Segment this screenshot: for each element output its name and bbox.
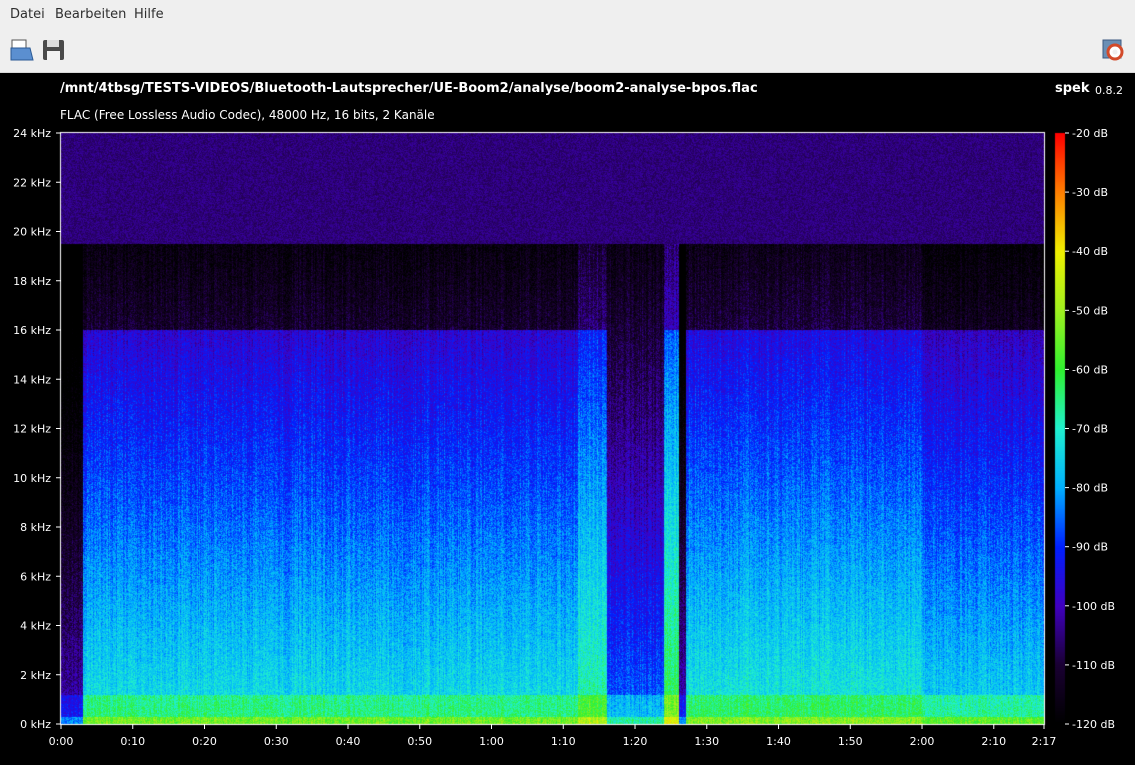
x-tick-label: 1:50: [838, 735, 863, 748]
db-tick-label: -20 dB: [1072, 127, 1108, 140]
y-tick-label: 8 kHz: [20, 521, 51, 534]
db-tick-label: -40 dB: [1072, 245, 1108, 258]
x-tick-label: 2:10: [981, 735, 1006, 748]
db-tick-label: -110 dB: [1072, 659, 1115, 672]
y-tick-label: 4 kHz: [20, 620, 51, 633]
y-tick-label: 20 kHz: [13, 226, 51, 239]
y-tick-label: 0 kHz: [20, 718, 51, 731]
db-tick-label: -30 dB: [1072, 186, 1108, 199]
spectrogram-axes: 0 kHz 2 kHz 4 kHz 6 kHz 8 kHz 10 kHz 12 kHz 14 …: [13, 127, 1115, 748]
y-tick-label: 14 kHz: [13, 373, 51, 386]
x-tick-label: 0:20: [192, 735, 217, 748]
x-tick-label: 0:30: [264, 735, 289, 748]
db-tick-label: -90 dB: [1072, 541, 1108, 554]
x-tick-label: 1:00: [479, 735, 504, 748]
x-tick-label: 1:10: [551, 735, 576, 748]
x-tick-label: 1:20: [623, 735, 648, 748]
db-tick-label: -80 dB: [1072, 482, 1108, 495]
x-tick-label: 0:40: [336, 735, 361, 748]
db-tick-label: -60 dB: [1072, 363, 1108, 376]
y-tick-label: 6 kHz: [20, 570, 51, 583]
x-tick-label: 1:30: [694, 735, 719, 748]
y-tick-label: 10 kHz: [13, 472, 51, 485]
x-tick-label: 2:00: [910, 735, 935, 748]
y-tick-label: 16 kHz: [13, 324, 51, 337]
x-tick-label: 0:00: [49, 735, 74, 748]
x-tick-label: 1:40: [766, 735, 791, 748]
x-tick-label: 2:17: [1032, 735, 1057, 748]
y-tick-label: 22 kHz: [13, 176, 51, 189]
x-tick-label: 0:50: [407, 735, 432, 748]
x-tick-label: 0:10: [120, 735, 145, 748]
y-tick-label: 12 kHz: [13, 423, 51, 436]
y-tick-label: 2 kHz: [20, 669, 51, 682]
db-tick-label: -70 dB: [1072, 423, 1108, 436]
y-tick-label: 18 kHz: [13, 275, 51, 288]
y-tick-label: 24 kHz: [13, 127, 51, 140]
db-tick-label: -120 dB: [1072, 718, 1115, 731]
db-tick-label: -100 dB: [1072, 600, 1115, 613]
db-tick-label: -50 dB: [1072, 304, 1108, 317]
